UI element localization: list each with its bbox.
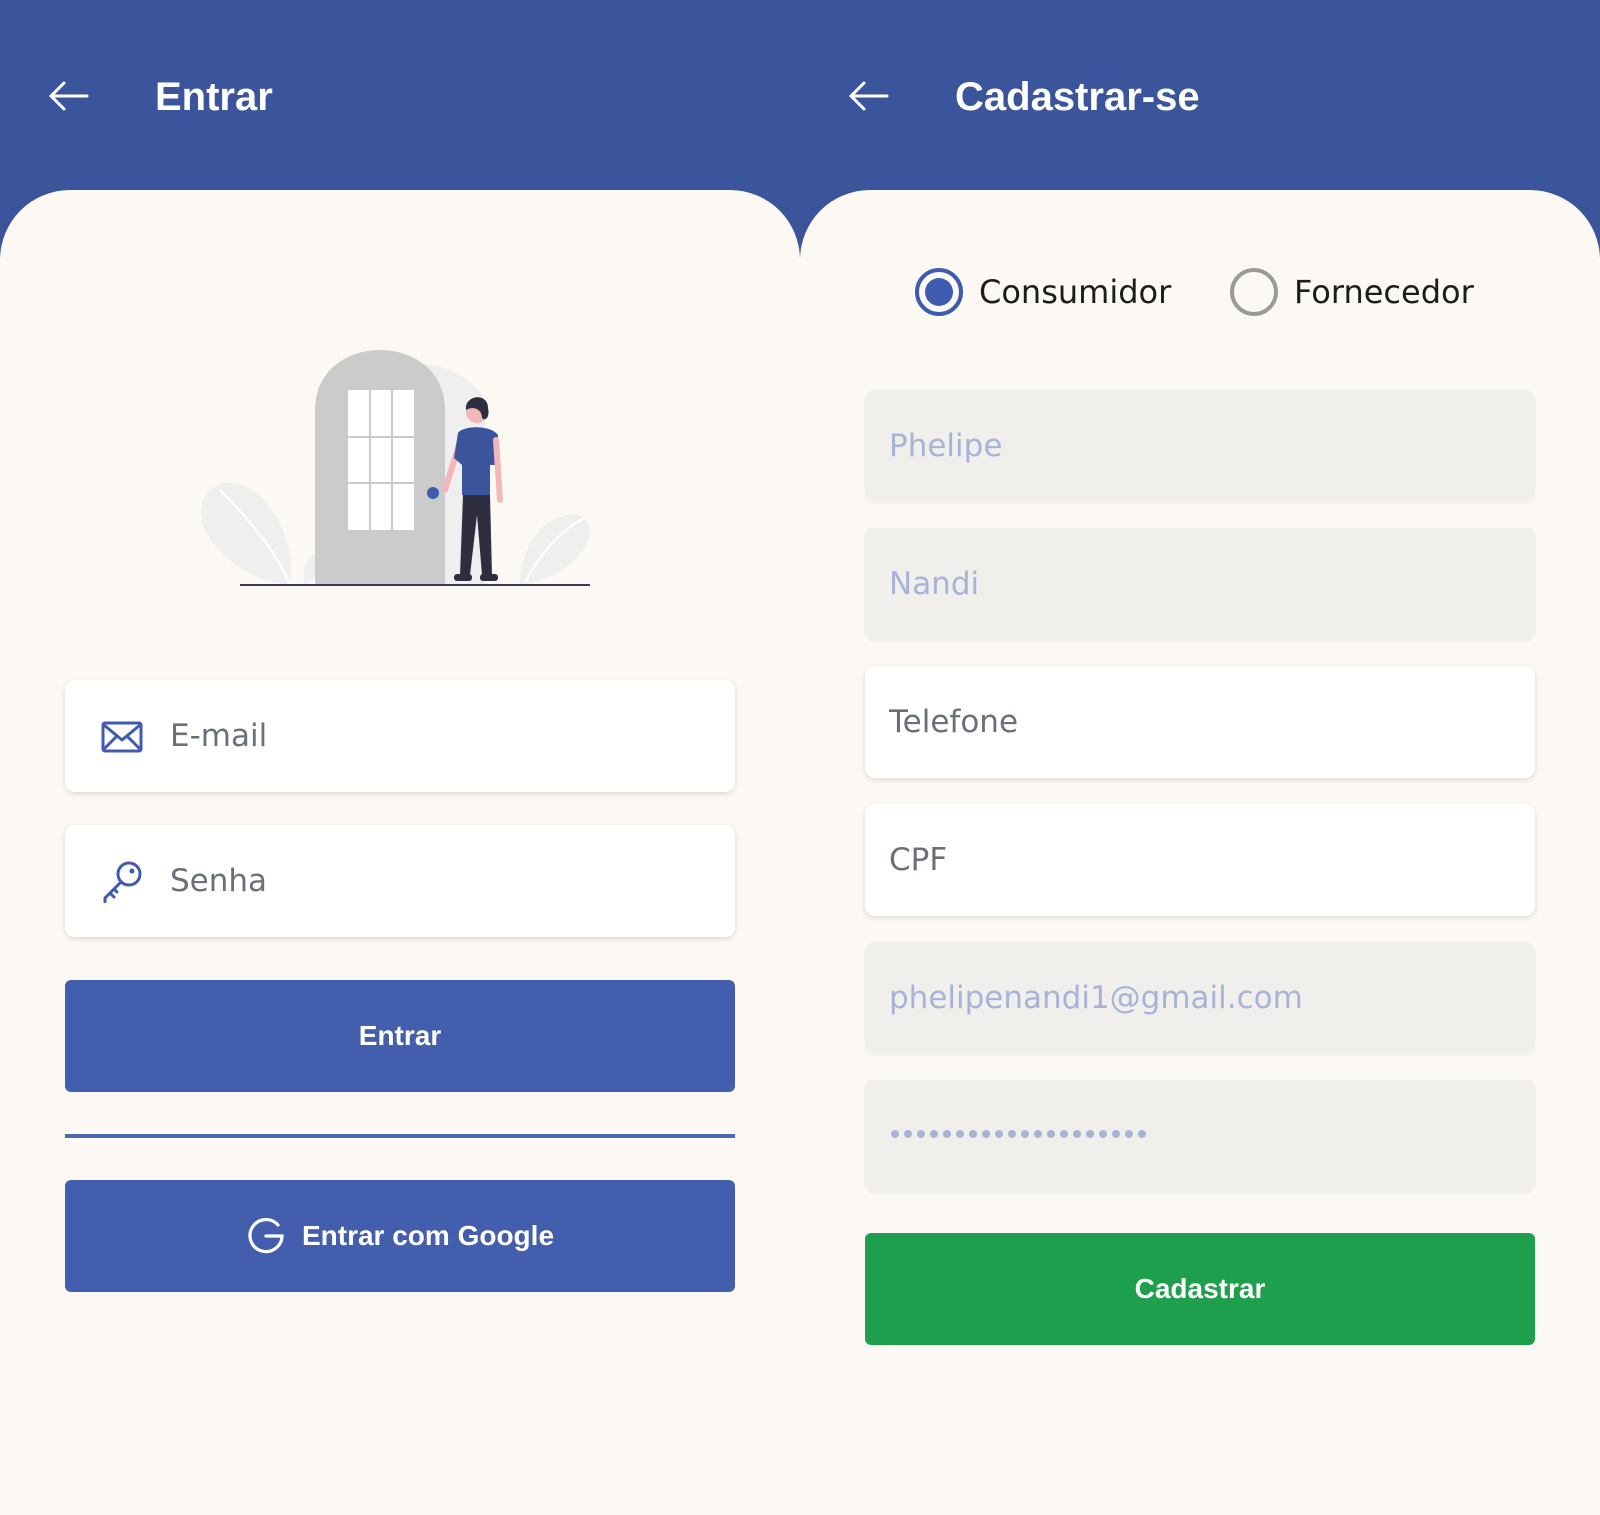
- password-dot: [904, 1130, 912, 1138]
- email-field[interactable]: [65, 680, 735, 792]
- login-appbar: Entrar: [0, 0, 800, 190]
- login-screen: Entrar E-mail Entrar Entrar com Google: [0, 0, 800, 1515]
- signup-button[interactable]: Cadastrar: [865, 1233, 1535, 1345]
- key-icon: [103, 861, 142, 903]
- password-dot: [1112, 1130, 1120, 1138]
- page-title: Entrar: [155, 75, 273, 119]
- page-title: Cadastrar-se: [955, 75, 1200, 119]
- last-name-input: [889, 528, 1519, 640]
- first-name-input: [889, 390, 1519, 502]
- divider: [65, 1134, 735, 1138]
- password-dot: [1099, 1130, 1107, 1138]
- signup-content: Consumidor Fornecedor Cadastrar: [800, 190, 1600, 1515]
- google-login-label: Entrar com Google: [301, 1220, 555, 1251]
- password-dot: [1138, 1130, 1146, 1138]
- radio-unchecked-icon: [1230, 268, 1278, 316]
- password-dot: [1073, 1130, 1081, 1138]
- radio-consumidor[interactable]: Consumidor: [915, 268, 1171, 316]
- password-dot: [956, 1130, 964, 1138]
- envelope-icon: [101, 721, 143, 753]
- radio-consumidor-label: Consumidor: [979, 273, 1172, 311]
- password-dot: [995, 1130, 1003, 1138]
- password-dot: [1047, 1130, 1055, 1138]
- back-button[interactable]: [46, 74, 90, 118]
- last-name-field: [865, 528, 1535, 640]
- password-dot: [930, 1130, 938, 1138]
- email-input[interactable]: [170, 680, 710, 792]
- cpf-input[interactable]: [889, 804, 1519, 916]
- password-dot: [1008, 1130, 1016, 1138]
- radio-fornecedor-label: Fornecedor: [1294, 273, 1474, 311]
- email-input: [889, 942, 1519, 1054]
- password-dot: [982, 1130, 990, 1138]
- cpf-field[interactable]: [865, 804, 1535, 916]
- radio-fornecedor[interactable]: Fornecedor: [1230, 268, 1474, 316]
- password-dot: [1086, 1130, 1094, 1138]
- password-dot: [943, 1130, 951, 1138]
- signup-appbar: Cadastrar-se: [800, 0, 1600, 190]
- password-input[interactable]: [170, 825, 710, 937]
- google-g-icon: [248, 1217, 284, 1254]
- phone-input[interactable]: [889, 666, 1519, 778]
- password-dot: [891, 1130, 899, 1138]
- password-dot: [1060, 1130, 1068, 1138]
- password-field: [865, 1080, 1535, 1192]
- login-content: Entrar Entrar com Google: [0, 190, 800, 1515]
- phone-field[interactable]: [865, 666, 1535, 778]
- back-button[interactable]: [846, 74, 890, 118]
- radio-checked-icon: [915, 268, 963, 316]
- door-person-illustration: [201, 350, 590, 586]
- password-dot: [1034, 1130, 1042, 1138]
- signup-screen: Cadastrar-se Consumidor Fornecedor Pheli…: [800, 0, 1600, 1515]
- arrow-left-icon: [849, 81, 889, 111]
- password-mask: [891, 1130, 1146, 1138]
- arrow-left-icon: [49, 81, 89, 111]
- google-login-button[interactable]: Entrar com Google: [65, 1180, 735, 1292]
- password-dot: [1021, 1130, 1029, 1138]
- password-dot: [1125, 1130, 1133, 1138]
- password-dot: [917, 1130, 925, 1138]
- password-field[interactable]: [65, 825, 735, 937]
- first-name-field: [865, 390, 1535, 502]
- password-dot: [969, 1130, 977, 1138]
- login-button[interactable]: Entrar: [65, 980, 735, 1092]
- email-field: [865, 942, 1535, 1054]
